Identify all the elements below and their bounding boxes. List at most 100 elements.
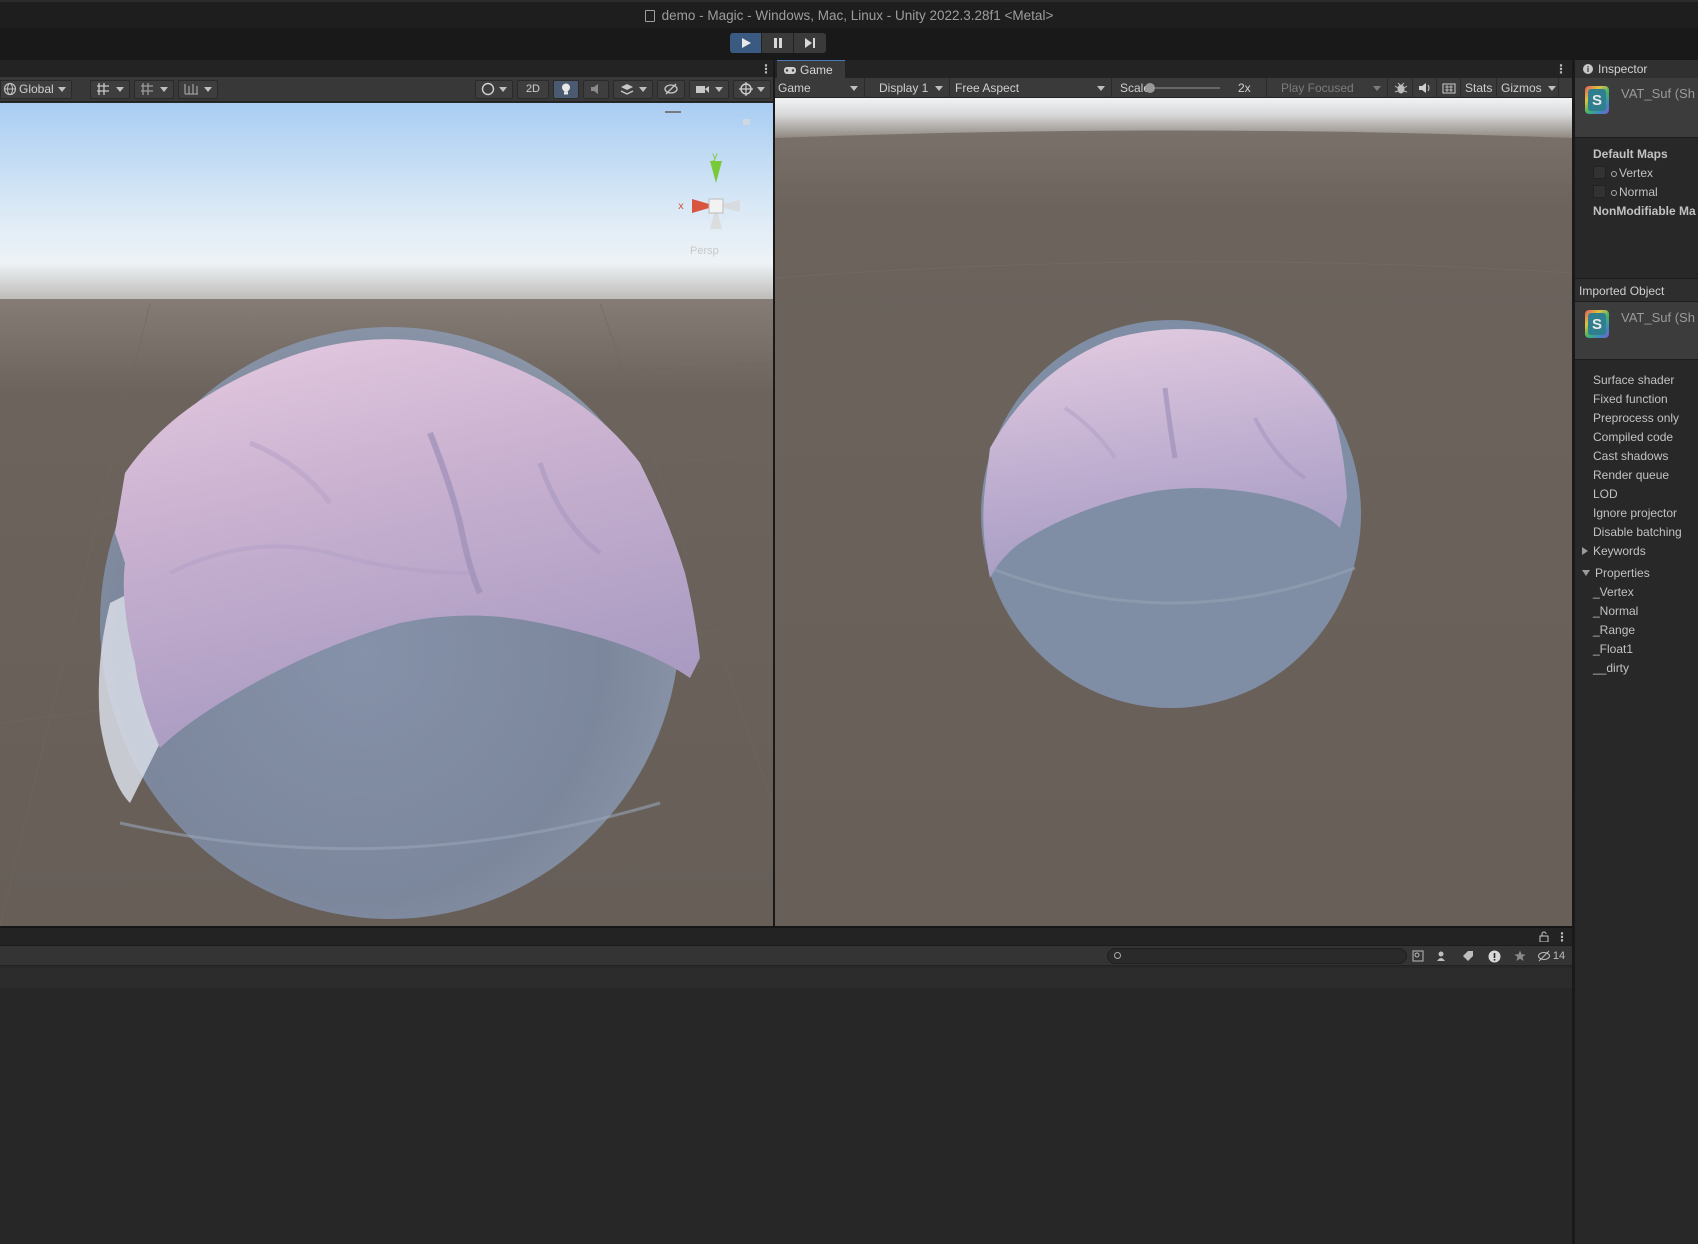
ruler-icon bbox=[184, 84, 198, 95]
game-panel: Game ⋮ Game Display 1 Free Aspect Scale … bbox=[775, 60, 1572, 926]
toggle-2d-label: 2D bbox=[525, 83, 540, 95]
hidden-count-toggle[interactable]: 14 bbox=[1533, 948, 1569, 964]
shading-mode-dropdown[interactable] bbox=[474, 79, 513, 99]
console-log-list[interactable] bbox=[0, 968, 1572, 1244]
regex-search-toggle[interactable] bbox=[1409, 948, 1427, 964]
favorite-toggle[interactable] bbox=[1511, 948, 1529, 964]
pivot-rotation-dropdown[interactable]: Global bbox=[0, 79, 72, 99]
error-filter-toggle[interactable] bbox=[1485, 948, 1503, 964]
scene-panel-menu-icon[interactable]: ⋮ bbox=[760, 62, 772, 76]
window-title: demo - Magic - Windows, Mac, Linux - Uni… bbox=[661, 7, 1054, 23]
aspect-dropdown[interactable]: Free Aspect bbox=[952, 78, 1112, 98]
lighting-toggle[interactable] bbox=[553, 79, 579, 99]
gizmo-lock-icon[interactable] bbox=[743, 119, 750, 125]
camera-icon bbox=[696, 86, 709, 93]
tab-inspector-label: Inspector bbox=[1598, 62, 1648, 76]
stats-toggle[interactable]: Stats bbox=[1461, 78, 1497, 98]
pause-button[interactable] bbox=[762, 33, 794, 53]
scene-camera-dropdown[interactable] bbox=[689, 79, 729, 99]
star-icon bbox=[1514, 950, 1526, 961]
non-modifiable-label: NonModifiable Ma bbox=[1593, 204, 1696, 218]
info-row-preprocess-only: Preprocess only bbox=[1593, 411, 1680, 425]
imported-object-bar: Imported Object bbox=[1575, 278, 1698, 302]
grid-snap-dropdown[interactable] bbox=[89, 79, 130, 99]
console-search-input[interactable] bbox=[1107, 948, 1407, 964]
scale-label: Scale bbox=[1120, 81, 1151, 95]
info-row-compiled-code: Compiled code bbox=[1593, 430, 1674, 444]
console-menu-icon[interactable]: ⋮ bbox=[1556, 930, 1568, 944]
game-view-dropdown[interactable]: Game bbox=[775, 78, 865, 98]
console-panel: ⋮ 14 bbox=[0, 926, 1572, 1244]
info-row-ignore-projector: Ignore projector bbox=[1593, 506, 1678, 520]
keywords-foldout[interactable]: Keywords bbox=[1582, 544, 1646, 558]
bug-icon bbox=[1394, 82, 1407, 94]
tag-filter-toggle[interactable] bbox=[1459, 948, 1477, 964]
scene-panel: ⋮ Global 2D y x Persp bbox=[0, 60, 773, 926]
normal-map-field[interactable]: Normal bbox=[1611, 185, 1658, 199]
scene-viewport[interactable]: y x Persp bbox=[0, 103, 773, 926]
search-filter-icon bbox=[1412, 950, 1424, 962]
property-item: _Normal bbox=[1593, 604, 1639, 618]
property-item: _Vertex bbox=[1593, 585, 1634, 599]
increment-snap-dropdown[interactable] bbox=[177, 79, 218, 99]
tab-game[interactable]: Game bbox=[777, 60, 845, 78]
toggle-2d-button[interactable]: 2D bbox=[516, 79, 549, 99]
imported-asset-name: VAT_Suf (Sh bbox=[1621, 310, 1695, 325]
audio-toggle[interactable] bbox=[583, 79, 609, 99]
debug-toggle[interactable] bbox=[1389, 78, 1413, 98]
step-button[interactable] bbox=[794, 33, 826, 53]
tab-game-label: Game bbox=[800, 62, 833, 77]
scale-slider-track[interactable] bbox=[1150, 87, 1220, 89]
property-item: __dirty bbox=[1593, 661, 1630, 675]
overlay-handle[interactable] bbox=[665, 111, 681, 113]
list-item[interactable] bbox=[0, 968, 1572, 988]
play-mode-dropdown[interactable]: Play Focused bbox=[1278, 78, 1388, 98]
effects-layers-icon bbox=[620, 84, 634, 95]
eye-slash-icon bbox=[1537, 950, 1550, 962]
object-picker-icon bbox=[1611, 190, 1617, 196]
error-icon bbox=[1488, 950, 1500, 962]
shortcuts-toggle[interactable] bbox=[1437, 78, 1461, 98]
inspector-panel: i Inspector S VAT_Suf (Sh Default Maps V… bbox=[1574, 60, 1698, 1244]
aspect-label: Free Aspect bbox=[955, 81, 1020, 95]
gizmo-x-label: x bbox=[678, 201, 684, 212]
pause-icon bbox=[773, 38, 782, 48]
normal-map-slot[interactable] bbox=[1593, 185, 1606, 198]
gizmos-toggle[interactable]: Gizmos bbox=[1497, 78, 1559, 98]
gizmos-dropdown[interactable] bbox=[733, 79, 771, 99]
vertex-map-slot[interactable] bbox=[1593, 166, 1606, 179]
info-icon: i bbox=[1583, 64, 1593, 74]
collapse-toggle[interactable] bbox=[1433, 948, 1451, 964]
game-panel-menu-icon[interactable]: ⋮ bbox=[1555, 62, 1567, 76]
scene-visibility-toggle[interactable] bbox=[657, 79, 685, 99]
effects-dropdown[interactable] bbox=[613, 79, 653, 99]
play-controls bbox=[730, 33, 826, 55]
grid-snap-icon bbox=[96, 83, 109, 95]
tab-inspector[interactable]: i Inspector bbox=[1575, 60, 1698, 78]
properties-foldout[interactable]: Properties bbox=[1582, 566, 1650, 580]
vertex-map-field[interactable]: Vertex bbox=[1611, 166, 1653, 180]
hidden-count: 14 bbox=[1552, 950, 1566, 962]
info-row-fixed-function: Fixed function bbox=[1593, 392, 1668, 406]
game-viewport[interactable] bbox=[775, 98, 1572, 926]
object-picker-icon bbox=[1611, 171, 1617, 177]
display-label: Display 1 bbox=[879, 81, 929, 95]
display-dropdown[interactable]: Display 1 bbox=[871, 78, 950, 98]
keyboard-icon bbox=[1442, 83, 1455, 94]
info-row-surface-shader: Surface shader bbox=[1593, 373, 1675, 387]
mute-audio-toggle[interactable] bbox=[1413, 78, 1437, 98]
chevron-right-icon bbox=[1582, 547, 1588, 555]
scale-slider-handle[interactable] bbox=[1145, 83, 1155, 93]
globe-icon bbox=[3, 82, 17, 96]
scene-render[interactable]: y x Persp bbox=[0, 103, 773, 926]
game-render[interactable] bbox=[775, 98, 1572, 926]
lock-icon[interactable] bbox=[1539, 931, 1549, 942]
console-tab-strip: ⋮ bbox=[0, 928, 1572, 946]
projection-label[interactable]: Persp bbox=[690, 245, 719, 257]
game-tab-strip: Game ⋮ bbox=[775, 60, 1572, 78]
gizmo-crosshair-icon bbox=[739, 82, 753, 96]
search-icon bbox=[1114, 952, 1121, 959]
grid-visibility-dropdown[interactable] bbox=[133, 79, 174, 99]
shader-asset-icon: S bbox=[1585, 86, 1609, 114]
play-button[interactable] bbox=[730, 33, 762, 53]
